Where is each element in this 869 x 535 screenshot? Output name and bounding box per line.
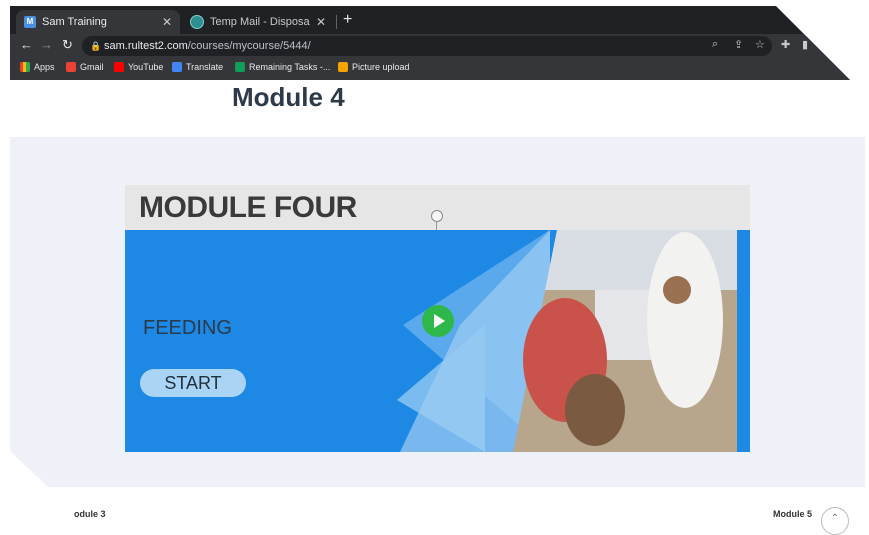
- close-tab-icon[interactable]: ✕: [316, 15, 326, 29]
- bookmarks-bar: Apps Gmail YouTube Translate Remaining T…: [10, 58, 850, 80]
- bookmark-label: Translate: [186, 62, 224, 72]
- tab-temp-mail[interactable]: Temp Mail - Disposable Tempo ✕: [182, 10, 334, 34]
- browser-toolbar: ← → ↻ 🔒 sam.rultest2.com/courses/mycours…: [10, 34, 850, 58]
- zoom-icon[interactable]: ⌕: [712, 38, 718, 51]
- page-title: Module 4: [232, 82, 345, 112]
- play-icon[interactable]: [422, 305, 454, 337]
- bookmark-label: Apps: [34, 62, 55, 72]
- youtube-icon: [114, 62, 124, 72]
- bookmark-remaining-tasks[interactable]: Remaining Tasks -...: [235, 62, 330, 72]
- browser-window: M Sam Training ✕ Temp Mail - Disposable …: [10, 6, 850, 80]
- slide-header: MODULE FOUR: [125, 185, 750, 230]
- child-figure: [565, 374, 625, 446]
- tab-separator: [336, 15, 337, 29]
- nurse-figure: [647, 232, 723, 408]
- bookmark-gmail[interactable]: Gmail: [66, 62, 104, 72]
- address-bar[interactable]: 🔒 sam.rultest2.com/courses/mycourse/5444…: [82, 36, 772, 56]
- previous-module-link[interactable]: odule 3: [74, 509, 106, 519]
- tab-strip: M Sam Training ✕ Temp Mail - Disposable …: [10, 6, 850, 34]
- bookmark-translate[interactable]: Translate: [172, 62, 223, 72]
- bookmark-label: Remaining Tasks -...: [249, 62, 331, 72]
- slide-graphic: [397, 230, 750, 452]
- close-tab-icon[interactable]: ✕: [162, 15, 172, 29]
- extensions-icon[interactable]: ✚: [781, 38, 790, 51]
- video-thumbnail[interactable]: FEEDING START: [125, 230, 750, 452]
- slide-title: MODULE FOUR: [139, 191, 357, 224]
- bookmark-picture-upload[interactable]: Picture upload: [338, 62, 410, 72]
- share-icon[interactable]: ⇪: [734, 38, 743, 51]
- apps-grid-icon: [20, 62, 30, 72]
- tab-title: Sam Training: [42, 16, 107, 28]
- sheets-icon: [235, 62, 245, 72]
- translate-icon: [172, 62, 182, 72]
- bookmark-label: Gmail: [80, 62, 104, 72]
- new-tab-icon[interactable]: +: [343, 11, 352, 29]
- url-host: sam.rultest2.com: [104, 40, 188, 52]
- bookmark-apps[interactable]: Apps: [20, 62, 55, 72]
- slide-topic: FEEDING: [143, 317, 232, 339]
- lock-icon: 🔒: [90, 41, 102, 51]
- side-panel-icon[interactable]: ▮: [802, 38, 808, 51]
- url-path: /courses/mycourse/5444/: [187, 40, 311, 52]
- tab-sam-training[interactable]: M Sam Training ✕: [16, 10, 180, 34]
- bookmark-label: Picture upload: [352, 62, 410, 72]
- next-module-link[interactable]: Module 5: [773, 509, 812, 519]
- sam-favicon-icon: M: [24, 16, 36, 28]
- slides-icon: [338, 62, 348, 72]
- start-label: START: [140, 369, 246, 397]
- scroll-top-icon[interactable]: ⌃: [821, 507, 849, 535]
- back-icon[interactable]: ←: [20, 37, 33, 52]
- tab-title: Temp Mail - Disposable Tempo: [210, 16, 310, 28]
- bookmark-youtube[interactable]: YouTube: [114, 62, 163, 72]
- bookmark-label: YouTube: [128, 62, 164, 72]
- tempmail-favicon-icon: [190, 15, 204, 29]
- rotate-handle-icon: [431, 210, 443, 222]
- gmail-icon: [66, 62, 76, 72]
- right-blue-strip: [737, 230, 750, 452]
- forward-icon[interactable]: →: [40, 37, 53, 52]
- nurse-face: [663, 276, 691, 304]
- bookmark-star-icon[interactable]: ☆: [755, 38, 765, 51]
- reload-icon[interactable]: ↻: [62, 37, 73, 53]
